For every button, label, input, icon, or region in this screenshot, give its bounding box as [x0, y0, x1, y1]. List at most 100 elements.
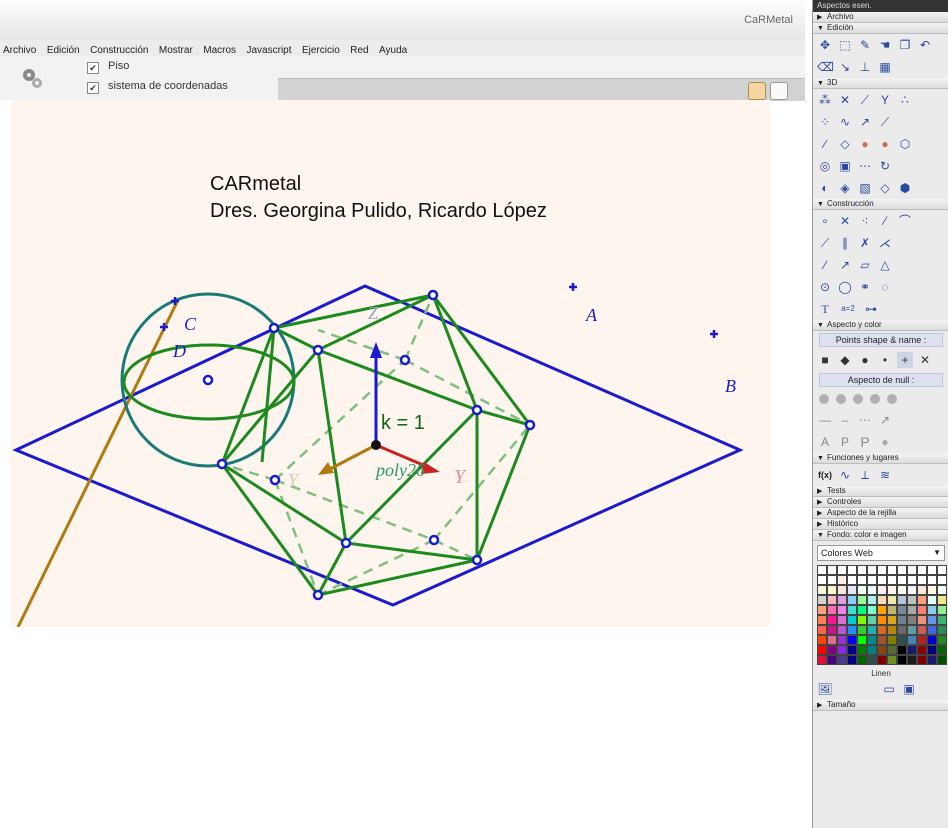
color-swatch[interactable] — [867, 565, 877, 575]
color-swatch[interactable] — [867, 605, 877, 615]
color-swatch[interactable] — [847, 575, 857, 585]
loop-icon[interactable]: ◌ — [877, 279, 893, 295]
torus-icon[interactable]: ◎ — [817, 158, 833, 174]
color-swatch[interactable] — [877, 585, 887, 595]
prism-icon[interactable]: ◇ — [837, 136, 853, 152]
fill-icon[interactable]: ● — [877, 434, 893, 450]
color-swatch[interactable] — [857, 605, 867, 615]
piso-checkbox[interactable]: ✔ — [87, 62, 99, 74]
sphere-icon[interactable]: ● — [857, 136, 873, 152]
gray-dot-icon[interactable] — [836, 394, 846, 404]
text-tool-icon[interactable]: T — [817, 301, 833, 317]
color-swatch[interactable] — [877, 565, 887, 575]
color-swatch[interactable] — [917, 605, 927, 615]
color-swatch[interactable] — [907, 625, 917, 635]
color-swatch[interactable] — [817, 585, 827, 595]
color-swatch[interactable] — [897, 625, 907, 635]
color-swatch[interactable] — [907, 585, 917, 595]
box-icon[interactable]: ▧ — [857, 180, 873, 196]
color-swatch[interactable] — [817, 635, 827, 645]
color-swatch[interactable] — [857, 645, 867, 655]
points-icon[interactable]: ∴ — [897, 92, 913, 108]
color-swatch[interactable] — [927, 585, 937, 595]
color-swatch[interactable] — [837, 565, 847, 575]
color-swatch[interactable] — [877, 625, 887, 635]
color-swatch[interactable] — [887, 565, 897, 575]
color-swatch[interactable] — [927, 635, 937, 645]
color-swatch[interactable] — [857, 635, 867, 645]
color-swatch[interactable] — [877, 595, 887, 605]
color-swatch[interactable] — [827, 585, 837, 595]
tools-gear-icon[interactable] — [20, 66, 44, 90]
circle2-icon[interactable]: ◯ — [837, 279, 853, 295]
color-swatch[interactable] — [897, 645, 907, 655]
pin-icon[interactable]: ↘ — [837, 59, 853, 75]
section-edicion[interactable]: ▼ Edición — [813, 23, 948, 34]
color-swatch[interactable] — [907, 655, 917, 665]
color-swatch[interactable] — [917, 575, 927, 585]
path-icon[interactable]: ⋯ — [857, 158, 873, 174]
color-swatch[interactable] — [907, 605, 917, 615]
dot-point-icon[interactable]: • — [877, 352, 893, 368]
color-swatch[interactable] — [827, 615, 837, 625]
color-swatch[interactable] — [887, 595, 897, 605]
color-swatch[interactable] — [917, 565, 927, 575]
circle-icon[interactable]: ⊙ — [817, 279, 833, 295]
color-swatch[interactable] — [917, 595, 927, 605]
circle-point-icon[interactable]: ● — [857, 352, 873, 368]
color-swatch[interactable] — [827, 575, 837, 585]
solid-line-icon[interactable]: — — [817, 412, 833, 428]
color-swatch[interactable] — [847, 585, 857, 595]
menu-javascript[interactable]: Javascript — [244, 43, 295, 56]
color-swatch[interactable] — [927, 645, 937, 655]
color-swatch[interactable] — [827, 625, 837, 635]
color-swatch[interactable] — [857, 575, 867, 585]
layout-icon-1[interactable]: ▭ — [881, 681, 897, 697]
section-fondo[interactable]: ▼ Fondo: color e imagen — [813, 530, 948, 541]
point-icon[interactable]: ∘ — [817, 213, 833, 229]
color-swatch[interactable] — [897, 585, 907, 595]
color-swatch[interactable] — [857, 565, 867, 575]
color-swatch[interactable] — [937, 655, 947, 665]
section-controles[interactable]: ▶ Controles — [813, 497, 948, 508]
menu-construccion[interactable]: Construcción — [87, 43, 151, 56]
expression-icon[interactable]: a=2 — [837, 301, 859, 317]
icosahedron-icon[interactable]: ⬢ — [897, 180, 913, 196]
color-swatch[interactable] — [907, 575, 917, 585]
octahedron-icon[interactable]: ◈ — [837, 180, 853, 196]
color-swatch[interactable] — [817, 615, 827, 625]
gray-dot-icon[interactable] — [819, 394, 829, 404]
color-swatch[interactable] — [887, 575, 897, 585]
curves-icon[interactable]: ≋ — [877, 467, 893, 483]
color-swatch[interactable] — [937, 635, 947, 645]
color-swatch[interactable] — [897, 605, 907, 615]
diamond-point-icon[interactable]: ◆ — [837, 352, 853, 368]
color-swatch[interactable] — [817, 655, 827, 665]
monkey-icon[interactable] — [748, 82, 766, 100]
color-swatch[interactable] — [867, 635, 877, 645]
color-swatch[interactable] — [827, 595, 837, 605]
section-tests[interactable]: ▶ Tests — [813, 486, 948, 497]
section-tamano[interactable]: ▶ Tamaño — [813, 700, 948, 711]
color-swatch[interactable] — [837, 585, 847, 595]
color-swatch[interactable] — [937, 645, 947, 655]
menu-archivo[interactable]: Archivo — [0, 43, 39, 56]
color-swatch[interactable] — [927, 575, 937, 585]
color-swatch[interactable] — [907, 635, 917, 645]
color-palette[interactable] — [817, 565, 947, 665]
color-swatch[interactable] — [917, 625, 927, 635]
geometry-canvas[interactable]: CARmetal Dres. Georgina Pulido, Ricardo … — [10, 100, 770, 627]
color-swatch[interactable] — [817, 645, 827, 655]
eraser-icon[interactable]: ⌫ — [817, 59, 834, 75]
color-swatch[interactable] — [927, 595, 937, 605]
line-icon[interactable]: ∕ — [817, 136, 833, 152]
color-swatch[interactable] — [857, 585, 867, 595]
vector-icon[interactable]: ↗ — [857, 114, 873, 130]
color-swatch[interactable] — [867, 655, 877, 665]
color-swatch[interactable] — [937, 575, 947, 585]
color-swatch[interactable] — [827, 655, 837, 665]
sphere2-icon[interactable]: ● — [877, 136, 893, 152]
segment-icon[interactable]: ⟋ — [877, 114, 893, 130]
color-swatch[interactable] — [827, 605, 837, 615]
color-swatch[interactable] — [877, 645, 887, 655]
